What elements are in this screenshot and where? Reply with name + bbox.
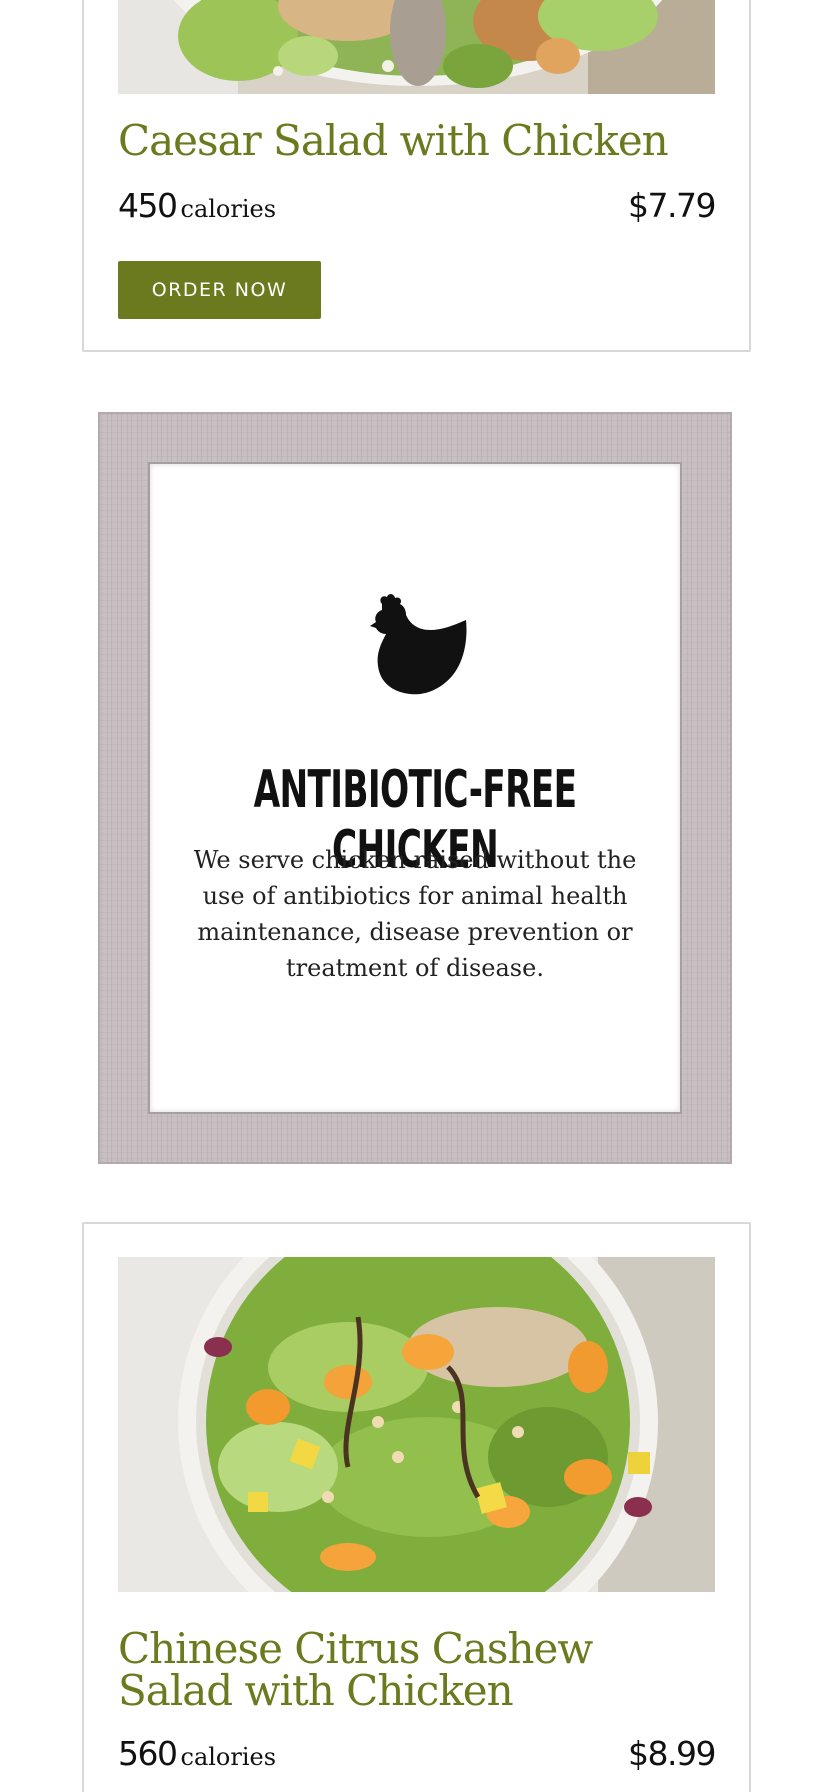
calorie-count: 560 (118, 1734, 178, 1773)
item-price: $8.99 (628, 1734, 716, 1773)
calorie-label: calories (180, 1743, 277, 1771)
nutrition-row: 450 calories $7.79 (118, 186, 716, 230)
feature-description: We serve chicken raised without the use … (193, 846, 637, 982)
calorie-label: calories (180, 195, 277, 223)
calorie-count: 450 (118, 186, 178, 225)
menu-item-card-citrus-cashew: Chinese Citrus Cashew Salad with Chicken… (82, 1222, 751, 1792)
feature-panel: ANTIBIOTIC-FREE CHICKEN We serve chicken… (150, 464, 680, 1112)
nutrition-row: 560 calories $8.99 (118, 1734, 716, 1778)
item-title[interactable]: Chinese Citrus Cashew Salad with Chicken (118, 1628, 718, 1712)
menu-item-card-caesar: Caesar Salad with Chicken 450 calories $7… (82, 0, 751, 352)
order-now-button[interactable]: ORDER NOW (118, 261, 321, 319)
item-title[interactable]: Caesar Salad with Chicken (118, 120, 718, 162)
item-price: $7.79 (628, 186, 716, 225)
chicken-icon (370, 594, 467, 695)
feature-frame: ANTIBIOTIC-FREE CHICKEN We serve chicken… (98, 412, 732, 1164)
caesar-salad-image[interactable] (118, 0, 715, 94)
citrus-cashew-salad-image[interactable] (118, 1257, 715, 1592)
